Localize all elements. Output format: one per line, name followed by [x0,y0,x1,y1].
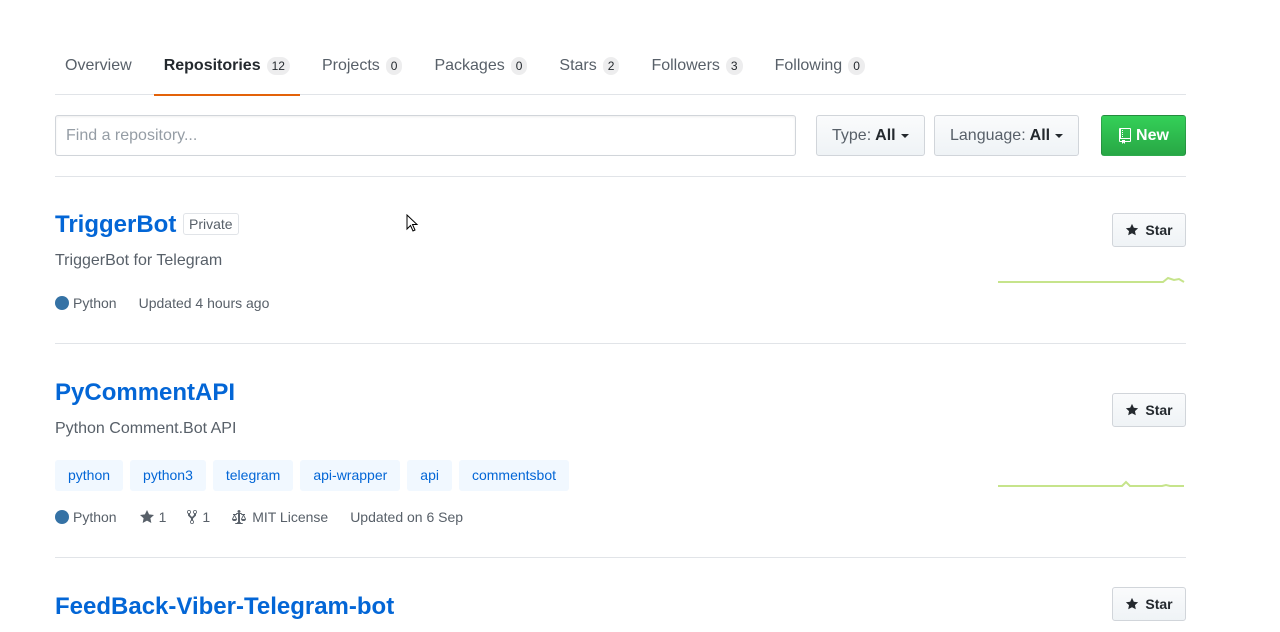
star-button-label: Star [1145,402,1173,418]
repo-name-link[interactable]: PyCommentAPI [55,379,235,407]
repo-license: MIT License [230,509,328,525]
tab-following-count: 0 [848,57,865,75]
activity-sparkline [998,276,1185,283]
type-filter-value: All [875,126,896,144]
repo-language-label: Python [73,295,117,311]
language-filter-label: Language: [950,126,1026,144]
tab-repositories-count: 12 [266,57,290,75]
star-button-label: Star [1145,596,1173,612]
new-repository-button[interactable]: New [1101,115,1186,156]
repo-item-pycommentapi: PyCommentAPI Python Comment.Bot API pyth… [55,344,1186,558]
repo-meta: Python Updated 4 hours ago [55,295,291,311]
new-button-label: New [1136,126,1169,144]
tab-stars-label: Stars [559,57,597,74]
star-button-label: Star [1145,222,1173,238]
star-icon [1126,403,1139,416]
tab-overview[interactable]: Overview [55,37,142,95]
tab-followers-count: 3 [725,57,743,75]
tab-projects[interactable]: Projects 0 [312,37,412,95]
type-filter-button[interactable]: Type: All [816,115,925,156]
repo-name-link[interactable]: TriggerBot [55,211,176,239]
tab-projects-count: 0 [385,57,403,75]
tab-repositories-label: Repositories [163,57,261,74]
language-color-dot [55,296,69,310]
law-icon [232,510,247,524]
repo-updated: Updated on 6 Sep [350,509,464,525]
repo-forks-link[interactable]: 1 [186,509,210,525]
tab-followers-label: Followers [651,57,720,74]
tab-following-label: Following [774,57,843,74]
repo-icon [1119,127,1132,144]
star-icon [1126,223,1139,236]
star-button[interactable]: Star [1112,393,1186,427]
tab-projects-label: Projects [321,57,380,74]
tab-overview-label: Overview [65,57,132,74]
repo-language: Python [55,509,117,525]
repo-description: Python Comment.Bot API [55,420,237,437]
repo-language-label: Python [73,509,117,525]
tab-followers[interactable]: Followers 3 [641,37,752,95]
tab-packages-count: 0 [510,57,528,75]
repo-name-link[interactable]: FeedBack-Viber-Telegram-bot [55,593,394,621]
repo-description: TriggerBot for Telegram [55,252,223,269]
star-button[interactable]: Star [1112,213,1186,247]
star-icon [1126,597,1139,610]
private-badge: Private [183,213,239,235]
language-filter-button[interactable]: Language: All [934,115,1080,156]
repo-stars-link[interactable]: 1 [139,509,167,525]
repo-updated: Updated 4 hours ago [138,295,270,311]
repo-item-triggerbot: TriggerBot Private TriggerBot for Telegr… [55,177,1186,344]
activity-sparkline [998,480,1184,487]
repo-item-feedback-viber-telegram-bot: FeedBack-Viber-Telegram-bot Star [55,558,1186,632]
repo-topics: python python3 telegram api-wrapper api … [55,460,576,491]
type-filter-label: Type: [832,126,872,144]
find-repository-input[interactable] [55,115,796,156]
language-color-dot [55,510,69,524]
repo-language: Python [55,295,117,311]
star-button[interactable]: Star [1112,587,1186,621]
tab-stars-count: 2 [602,57,620,75]
profile-tabs: Overview Repositories 12 Projects 0 Packag… [55,37,1186,96]
topic-tag[interactable]: api-wrapper [300,460,401,491]
topic-tag[interactable]: commentsbot [458,460,570,491]
repo-stars-count: 1 [158,509,167,525]
repo-meta: Python 1 1 MIT License Updated on 6 Sep [55,509,485,525]
topic-tag[interactable]: python [55,460,124,491]
topic-tag[interactable]: telegram [212,460,294,491]
tab-following[interactable]: Following 0 [765,37,875,95]
repo-forks-count: 1 [202,509,211,525]
caret-down-icon [900,133,909,138]
mouse-cursor-icon [406,214,419,232]
repo-license-label: MIT License [252,509,329,525]
tab-packages[interactable]: Packages 0 [424,37,537,95]
caret-down-icon [1055,133,1064,138]
tab-stars[interactable]: Stars 2 [549,37,629,95]
repo-filter-bar: Type:All Language:All New [55,115,1186,177]
tab-repositories[interactable]: Repositories 12 [153,37,301,96]
topic-tag[interactable]: python3 [130,460,206,491]
language-filter-value: All [1029,126,1051,144]
tab-packages-label: Packages [434,57,505,74]
topic-tag[interactable]: api [407,460,452,491]
fork-icon [187,510,198,524]
star-icon [139,510,154,523]
